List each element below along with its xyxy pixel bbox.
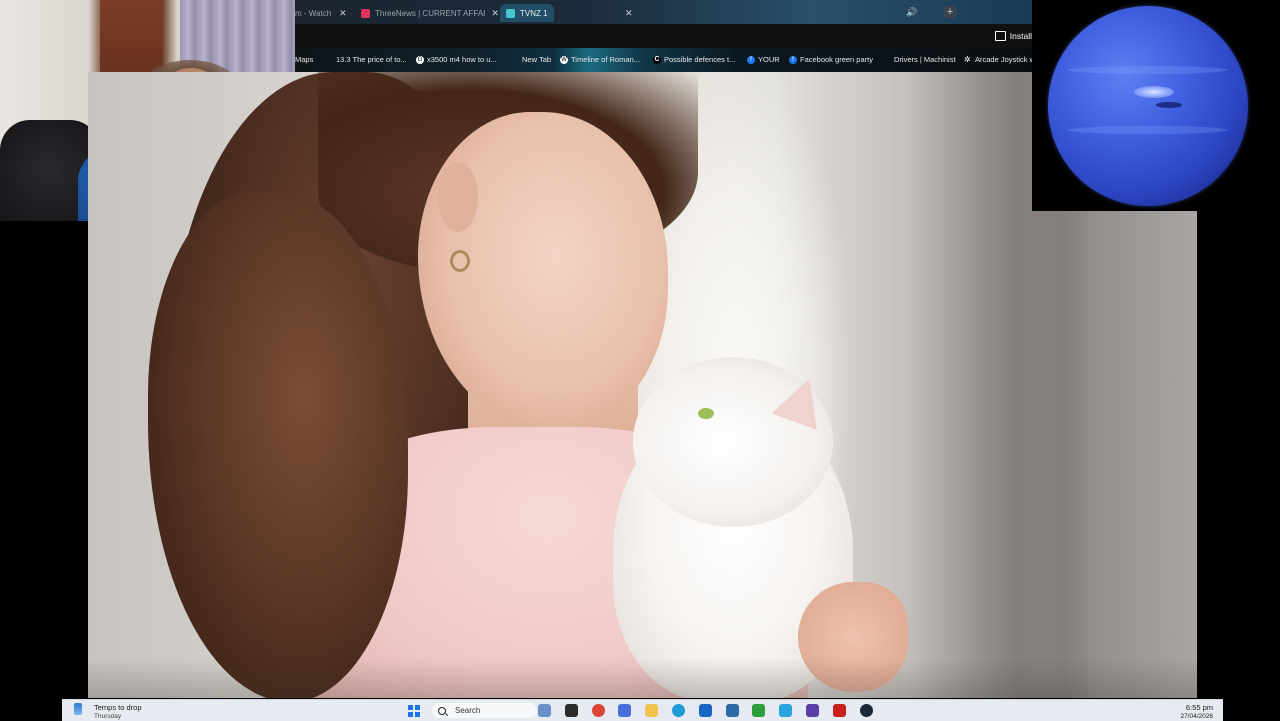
windows-logo-icon [414,711,420,717]
bookmark-your[interactable]: f YOUR [747,55,780,64]
bookmark-drivers-machinist[interactable]: Drivers | Machinist [894,55,956,64]
bookmark-x3500[interactable]: G x3500 m4 how to u... [416,55,497,64]
tab-label: m - Watch [295,8,332,18]
bookmark-label: Arcade Joystick w [975,55,1032,64]
tab-close-button[interactable]: ✕ [625,4,633,22]
windows-logo-icon [408,711,413,717]
tab-tvnz-1[interactable]: TVNZ 1 [500,4,554,22]
video-frame[interactable] [88,72,1197,698]
lower-blur [88,658,1197,698]
google-icon: G [416,55,424,64]
woman-hair-front [148,192,408,698]
bookmark-possible-defences[interactable]: C Possible defences t... [653,55,735,64]
terminal-icon[interactable] [564,704,578,717]
xbox-icon[interactable] [752,704,766,717]
bookmark-label: YOUR [758,55,780,64]
wikipedia-icon: W [560,55,568,64]
claude-icon: C [653,55,661,64]
gear-icon: ✲ [964,54,971,64]
bookmark-arcade-joystick[interactable]: ✲ Arcade Joystick w [964,55,1032,64]
tab-label: ThreeNews | CURRENT AFFAI [375,8,486,18]
bookmark-maps[interactable]: Maps [295,55,313,64]
weather-headline: Temps to drop [94,703,142,712]
search-icon [438,706,446,715]
windows-logo-icon [414,705,420,711]
weather-icon [74,703,82,715]
bookmark-label: Possible defences t... [664,55,736,64]
taskbar-search[interactable]: Search [432,703,537,718]
speaker-icon[interactable]: 🔊 [906,7,917,18]
planet-storm-spot [1134,86,1174,98]
threenews-icon [361,8,370,18]
steam-icon[interactable] [859,704,873,717]
planet-dark-spot [1156,102,1182,108]
windows-taskbar: Temps to drop Thursday Search 6:55 pm 27… [62,699,1223,721]
weather-widget[interactable]: Temps to drop Thursday [74,703,142,721]
bookmark-roman-timeline[interactable]: W Timeline of Roman... [560,55,640,64]
new-tab-button[interactable]: + [943,5,957,19]
tab-watch[interactable]: m - Watch ✕ [295,4,347,22]
start-button[interactable] [408,705,420,717]
windows-logo-icon [408,705,413,711]
app-icon[interactable] [806,704,819,717]
chrome-icon[interactable] [591,704,605,717]
calculator-icon[interactable] [725,704,739,717]
install-button[interactable]: Install [994,31,1032,41]
bookmark-label: New Tab [522,55,552,64]
facebook-icon: f [747,55,755,64]
bookmark-label: 13.3 The price of to... [336,55,407,64]
outlook-icon[interactable] [698,704,712,717]
browser-toolbar: Install [295,24,1032,48]
install-label: Install [1009,31,1032,41]
edge-icon[interactable] [672,704,685,717]
close-icon[interactable]: ✕ [339,8,347,19]
bookmark-label: Facebook green party [800,55,873,64]
tab-label: TVNZ 1 [520,8,548,18]
telegram-icon[interactable] [779,704,793,717]
clock-time: 6:55 pm [1185,703,1213,712]
bookmark-label: Timeline of Roman... [571,55,640,64]
neptune-planet [1048,6,1248,206]
bookmark-price[interactable]: 13.3 The price of to... [336,55,407,64]
cat-eye [698,408,714,419]
install-icon [994,31,1006,41]
store-icon[interactable] [618,704,632,717]
flash-icon[interactable] [832,704,846,717]
woman-ear [438,162,478,232]
file-explorer-icon[interactable] [645,704,659,717]
planet-band [1068,126,1228,134]
search-label: Search [455,706,481,715]
widgets-icon[interactable] [538,704,551,717]
bookmark-new-tab[interactable]: New Tab [522,55,551,64]
browser-tab-strip: m - Watch ✕ ThreeNews | CURRENT AFFAI ✕ … [295,0,1032,24]
bookmarks-bar: Maps 13.3 The price of to... G x3500 m4 … [295,48,1032,72]
facebook-icon: f [789,55,797,64]
earring [450,250,470,272]
tvnz-icon [506,8,515,18]
close-icon[interactable]: ✕ [491,8,499,19]
tab-threenews[interactable]: ThreeNews | CURRENT AFFAI ✕ [361,4,499,22]
planet-band [1068,66,1228,74]
bookmark-facebook-green-party[interactable]: f Facebook green party [789,55,873,64]
system-clock[interactable]: 6:55 pm 27/04/2026 [1180,703,1213,721]
bookmark-label: Maps [295,55,314,64]
bookmark-label: Drivers | Machinist [894,55,956,64]
close-icon[interactable]: ✕ [625,8,633,19]
bookmark-label: x3500 m4 how to u... [427,55,497,64]
